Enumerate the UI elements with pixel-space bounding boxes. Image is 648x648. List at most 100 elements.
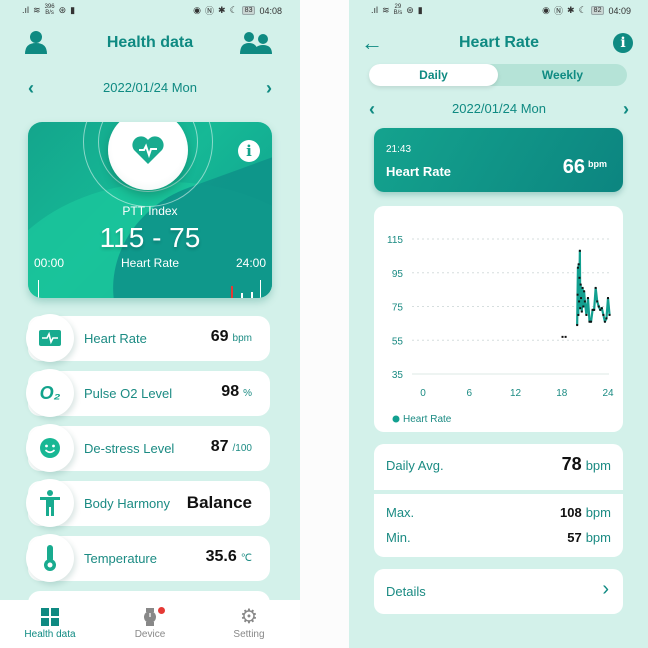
heart-rate-chart[interactable]: 115 95 75 55 35 0 6 12 18 24 Heart Rate <box>374 206 623 432</box>
x-tick-label: 12 <box>510 388 522 399</box>
timeline-tick <box>38 280 39 298</box>
data-point <box>600 307 603 310</box>
daily-average-label: Daily Avg. <box>386 458 444 473</box>
net-unit: B/s <box>393 10 403 16</box>
current-heart-rate-card: 21:43 Heart Rate 66 bpm <box>374 128 623 192</box>
status-bar: .ıl ≋ 29 B/s ⊛ ▮ ◉ Ⓝ ✱ ☾ 82 04:09 <box>349 4 648 18</box>
metric-value: Balance <box>186 493 252 512</box>
data-point <box>586 297 589 300</box>
data-point <box>576 266 579 269</box>
metric-name: De-stress Level <box>84 441 175 456</box>
max-value: 108 <box>560 505 582 520</box>
data-point <box>582 305 585 308</box>
usb-icon: ▮ <box>417 4 423 15</box>
data-point <box>605 317 608 320</box>
group-icon <box>240 32 272 54</box>
metric-temperature[interactable]: Temperature 35.6 ℃ <box>26 534 270 582</box>
data-point <box>578 276 581 279</box>
ptt-index-value: 115 - 75 <box>99 222 201 253</box>
metric-value: 69 <box>210 328 229 345</box>
data-point <box>593 308 596 311</box>
heart-rate-chart-card: 115 95 75 55 35 0 6 12 18 24 Heart Rate <box>374 206 623 432</box>
max-row: Max. 108 bpm <box>386 505 611 520</box>
data-point <box>603 320 606 323</box>
health-data-screen: .ıl ≋ 396 B/s ⊛ ▮ ◉ Ⓝ ✱ ☾ 83 04:08 Health… <box>0 0 300 648</box>
data-point <box>583 290 586 293</box>
tab-setting[interactable]: ⚙ Setting <box>209 606 289 640</box>
reading-unit: bpm <box>588 159 607 169</box>
tab-health-data[interactable]: Health data <box>10 608 90 640</box>
eye-icon: ◉ <box>193 5 202 15</box>
y-tick-label: 35 <box>392 370 404 381</box>
current-date: 2022/01/24 Mon <box>103 80 197 95</box>
current-date: 2022/01/24 Mon <box>452 101 546 116</box>
tab-weekly[interactable]: Weekly <box>498 64 627 86</box>
metric-value: 87 <box>210 438 229 455</box>
bottom-tab-bar: Health data Device ⚙ Setting <box>0 600 300 648</box>
heart-rate-screen: .ıl ≋ 29 B/s ⊛ ▮ ◉ Ⓝ ✱ ☾ 82 04:09 ← Heart… <box>349 0 648 648</box>
tab-label: Device <box>134 629 166 640</box>
next-date-button[interactable]: › <box>266 78 272 99</box>
info-button[interactable]: i <box>238 140 260 162</box>
prev-date-button[interactable]: ‹ <box>369 99 375 120</box>
max-unit: bpm <box>585 505 611 520</box>
wifi-icon: ≋ <box>33 4 41 15</box>
moon-icon: ☾ <box>578 5 587 15</box>
data-point <box>576 293 579 296</box>
data-point <box>577 263 580 266</box>
gear-icon: ⚙ <box>240 606 258 628</box>
next-date-button[interactable]: › <box>623 99 629 120</box>
metric-value: 35.6 <box>205 548 237 565</box>
min-unit: bpm <box>585 530 611 545</box>
family-button[interactable] <box>240 30 272 54</box>
data-point <box>590 320 593 323</box>
time-end: 24:00 <box>235 256 266 270</box>
status-time: 04:09 <box>608 5 631 16</box>
data-point <box>597 305 600 308</box>
details-label: Details <box>386 584 426 599</box>
data-point <box>578 249 581 252</box>
info-button[interactable]: i <box>613 33 633 53</box>
data-point <box>608 313 611 316</box>
eye-icon: ◉ <box>542 5 551 15</box>
data-point-isolated <box>561 335 564 338</box>
metric-heart-rate[interactable]: Heart Rate 69 bpm <box>26 314 270 362</box>
legend-label: Heart Rate <box>403 414 452 425</box>
date-navigator: ‹ 2022/01/24 Mon › <box>349 99 648 121</box>
timeline-bar-alert <box>231 286 233 298</box>
prev-date-button[interactable]: ‹ <box>28 78 34 99</box>
data-point <box>578 300 581 303</box>
min-row: Min. 57 bpm <box>386 530 611 545</box>
metric-pulse-o2[interactable]: O₂ Pulse O2 Level 98% <box>26 369 270 417</box>
tab-device[interactable]: Device <box>110 607 190 640</box>
time-start: 00:00 <box>34 256 65 270</box>
metric-body-harmony[interactable]: Body Harmony Balance <box>26 479 270 527</box>
metric-name: Pulse O2 Level <box>84 386 173 401</box>
bluetooth-icon: ✱ <box>567 5 575 15</box>
y-tick-label: 95 <box>392 269 404 280</box>
ptt-index-label: PTT Index <box>122 204 178 218</box>
data-point <box>577 313 580 316</box>
metric-de-stress[interactable]: De-stress Level 87/100 <box>26 424 270 472</box>
reading-value: 66 <box>562 156 585 178</box>
data-point <box>579 283 582 286</box>
data-point <box>579 307 582 310</box>
metric-unit: ℃ <box>240 553 252 564</box>
screen-divider <box>300 0 349 648</box>
body-icon <box>40 490 60 516</box>
data-point <box>594 286 597 289</box>
tab-daily[interactable]: Daily <box>369 64 498 86</box>
daily-average-row: Daily Avg. 78 bpm <box>386 454 611 474</box>
metric-unit: /100 <box>232 443 252 454</box>
bluetooth-icon: ✱ <box>218 5 226 15</box>
ptt-index-card[interactable]: i PTT Index 115 - 75 Heart Rate 00:00 24… <box>28 122 272 298</box>
nfc-icon: ⊛ <box>58 4 67 15</box>
stats-card: Daily Avg. 78 bpm Max. 108 bpm Min. 57 bpm <box>374 444 623 557</box>
details-button[interactable]: Details › <box>374 569 623 614</box>
signal-icon: .ıl <box>371 5 379 15</box>
data-point <box>596 300 599 303</box>
net-unit: B/s <box>45 10 54 16</box>
metric-name: Temperature <box>84 551 157 566</box>
daily-average-unit: bpm <box>585 458 611 473</box>
data-point <box>607 297 609 300</box>
